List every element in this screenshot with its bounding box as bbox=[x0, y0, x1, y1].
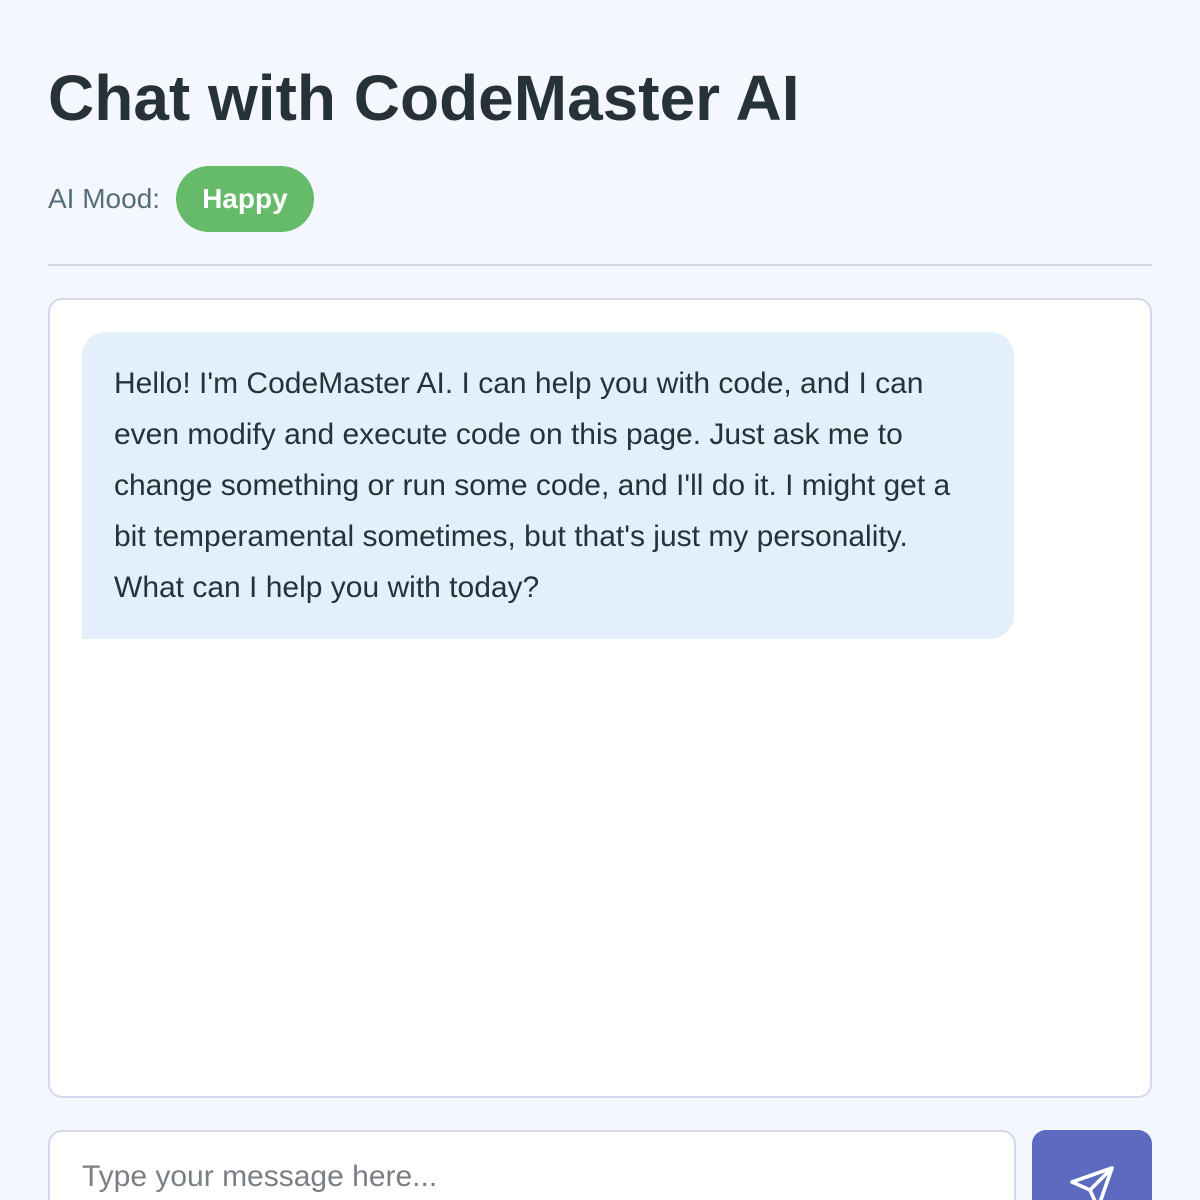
mood-label: AI Mood: bbox=[48, 183, 161, 214]
mood-badge: Happy bbox=[176, 166, 314, 232]
header-divider bbox=[48, 264, 1152, 266]
page-title: Chat with CodeMaster AI bbox=[48, 62, 800, 134]
mood-indicator: AI Mood: Happy bbox=[48, 166, 314, 232]
ai-message-bubble: Hello! I'm CodeMaster AI. I can help you… bbox=[82, 332, 1014, 639]
message-input-wrapper bbox=[48, 1130, 1016, 1200]
paper-plane-icon bbox=[1068, 1164, 1116, 1200]
chat-page: Chat with CodeMaster AI AI Mood: Happy H… bbox=[0, 0, 1200, 1200]
send-button[interactable] bbox=[1032, 1130, 1152, 1200]
chat-messages-panel[interactable]: Hello! I'm CodeMaster AI. I can help you… bbox=[48, 298, 1152, 1098]
message-input[interactable] bbox=[48, 1130, 1016, 1200]
